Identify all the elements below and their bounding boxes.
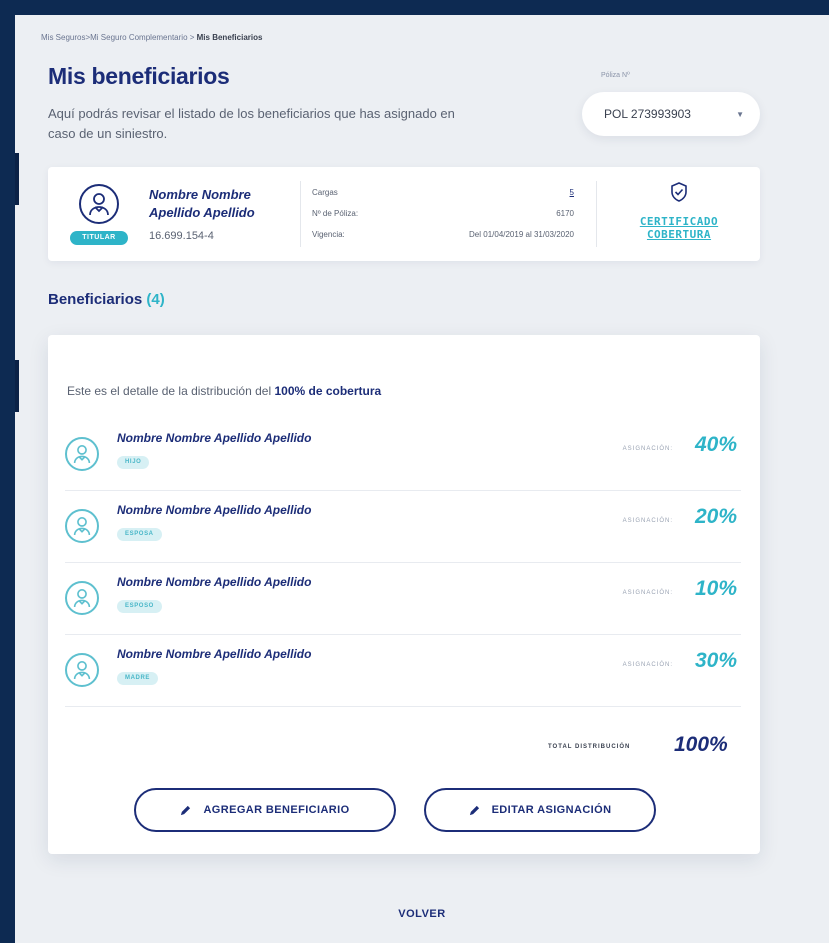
beneficiaries-count: (4) [146, 291, 165, 308]
add-beneficiary-button[interactable]: AGREGAR BENEFICIARIO [134, 788, 396, 832]
side-accent [15, 153, 19, 205]
user-icon [65, 509, 99, 543]
certificate-link[interactable]: CERTIFICADO COBERTURA [626, 215, 732, 241]
distribution-intro-text: Este es el detalle de la distribución de… [67, 384, 275, 398]
breadcrumb: Mis Seguros>Mi Seguro Complementario > M… [41, 33, 262, 42]
beneficiaries-card: Este es el detalle de la distribución de… [48, 335, 760, 854]
poliza-selected-value: POL 273993903 [604, 107, 691, 121]
info-row-poliza: Nº de Póliza: 6170 [312, 209, 574, 218]
assignment-label: ASIGNACIÓN: [622, 446, 673, 452]
titular-name: Nombre Nombre Apellido Apellido [149, 187, 255, 220]
info-row-vigencia: Vigencia: Del 01/04/2019 al 31/03/2020 [312, 230, 574, 239]
cargas-value[interactable]: 5 [570, 188, 574, 197]
beneficiary-row: Nombre Nombre Apellido Apellido HIJO ASI… [65, 419, 741, 491]
assignment-value: 10% [694, 577, 737, 600]
assignment-label: ASIGNACIÓN: [622, 662, 673, 668]
divider [596, 181, 597, 247]
distribution-intro: Este es el detalle de la distribución de… [67, 384, 381, 398]
user-icon [65, 437, 99, 471]
titular-rut: 16.699.154-4 [149, 230, 214, 242]
user-icon [79, 184, 119, 224]
breadcrumb-item-seguro-complementario[interactable]: Mi Seguro Complementario [90, 33, 187, 42]
beneficiary-name: Nombre Nombre Apellido Apellido [117, 503, 312, 517]
poliza-number-label: Nº de Póliza: [312, 209, 359, 218]
poliza-label: Póliza Nº [601, 72, 630, 79]
vigencia-value: Del 01/04/2019 al 31/03/2020 [469, 230, 574, 239]
shield-check-icon [671, 182, 687, 202]
beneficiaries-heading: Beneficiarios (4) [48, 291, 165, 308]
user-icon [65, 581, 99, 615]
beneficiary-row: Nombre Nombre Apellido Apellido ESPOSO A… [65, 563, 741, 635]
titular-badge: TITULAR [70, 231, 128, 245]
breadcrumb-current: Mis Beneficiarios [196, 33, 263, 42]
relation-tag: HIJO [117, 456, 150, 469]
beneficiary-name: Nombre Nombre Apellido Apellido [117, 575, 312, 589]
back-link[interactable]: VOLVER [15, 908, 829, 920]
side-accent [15, 360, 19, 412]
assignment-value: 20% [694, 505, 737, 528]
assignment-value: 40% [694, 433, 737, 456]
cargas-label: Cargas [312, 188, 338, 197]
certificate-link-line2: COBERTURA [646, 228, 712, 241]
edit-assignment-button[interactable]: EDITAR ASIGNACIÓN [424, 788, 656, 832]
total-distribution-label: TOTAL DISTRIBUCIÓN [548, 744, 631, 750]
pencil-icon [181, 805, 191, 815]
edit-assignment-label: EDITAR ASIGNACIÓN [491, 804, 612, 816]
beneficiary-row: Nombre Nombre Apellido Apellido ESPOSA A… [65, 491, 741, 563]
assignment-value: 30% [694, 649, 737, 672]
vigencia-label: Vigencia: [312, 230, 345, 239]
assignment-label: ASIGNACIÓN: [622, 590, 673, 596]
info-row-cargas: Cargas 5 [312, 188, 574, 197]
total-distribution-value: 100% [674, 733, 728, 756]
breadcrumb-separator: > [187, 33, 197, 42]
pencil-icon [469, 805, 479, 815]
caret-down-icon: ▼ [736, 109, 744, 119]
beneficiary-row: Nombre Nombre Apellido Apellido MADRE AS… [65, 635, 741, 707]
page-description: Aquí podrás revisar el listado de los be… [48, 106, 455, 141]
assignment-label: ASIGNACIÓN: [622, 518, 673, 524]
divider [300, 181, 301, 247]
beneficiary-name: Nombre Nombre Apellido Apellido [117, 431, 312, 445]
relation-tag: MADRE [117, 672, 158, 685]
add-beneficiary-label: AGREGAR BENEFICIARIO [203, 804, 350, 816]
relation-tag: ESPOSO [117, 600, 162, 613]
certificate-link-line1: CERTIFICADO [639, 215, 719, 228]
distribution-intro-bold: 100% de cobertura [274, 384, 382, 398]
beneficiary-name: Nombre Nombre Apellido Apellido [117, 647, 312, 661]
breadcrumb-item-mis-seguros[interactable]: Mis Seguros [41, 33, 85, 42]
poliza-select[interactable]: POL 273993903 ▼ [582, 92, 760, 136]
beneficiaries-title: Beneficiarios [48, 291, 143, 308]
user-icon [65, 653, 99, 687]
app-frame: Mis Seguros>Mi Seguro Complementario > M… [15, 15, 829, 943]
titular-card: TITULAR Nombre Nombre Apellido Apellido … [48, 167, 760, 261]
poliza-number-value: 6170 [556, 209, 574, 218]
page-title: Mis beneficiarios [48, 63, 230, 89]
relation-tag: ESPOSA [117, 528, 162, 541]
